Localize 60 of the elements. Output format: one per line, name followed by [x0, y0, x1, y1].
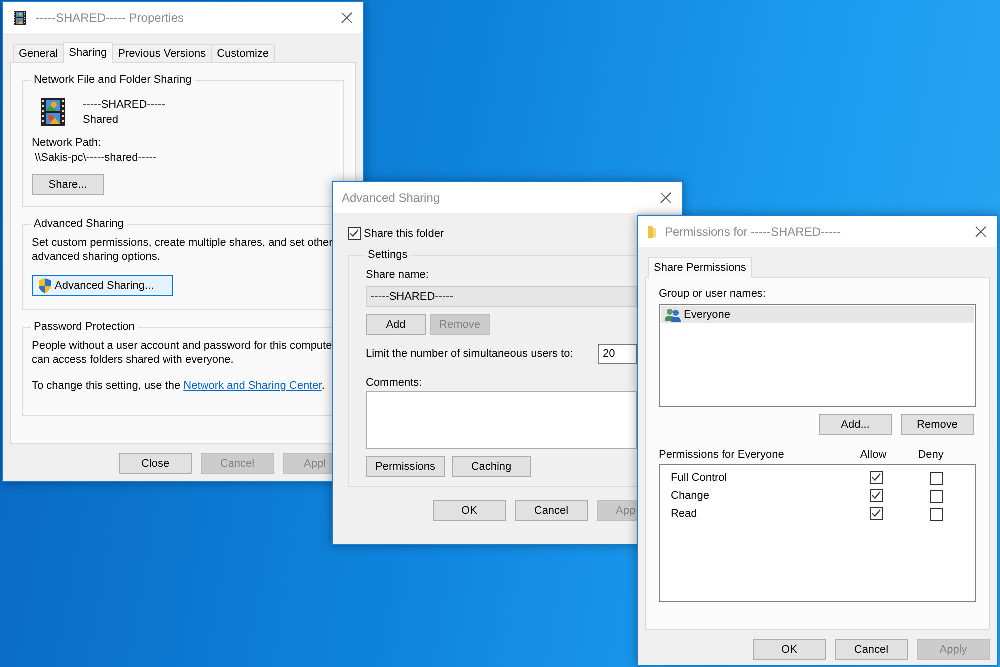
dialog-button[interactable]: Caching — [452, 456, 531, 477]
description-text: Set custom permissions, create multiple shares, and set other advanced sharing options. — [32, 236, 334, 264]
users-icon — [665, 308, 681, 322]
shield-icon — [38, 278, 52, 294]
folder-name: -----SHARED----- — [83, 98, 166, 110]
dialog-button[interactable]: Cancel — [515, 500, 588, 521]
description-text: People without a user account and password for this compute can access folders shared with everyone. — [32, 339, 334, 367]
dialog-button[interactable]: OK — [753, 639, 826, 660]
field-label: Comments: — [366, 377, 424, 389]
field-label: Limit the number of simultaneous users to: — [366, 348, 574, 360]
group-heading: Settings — [367, 249, 409, 261]
field-label: Permissions for Everyone — [659, 449, 786, 461]
window-title: -----SHARED----- Properties — [36, 10, 185, 24]
allow-checkbox[interactable] — [870, 488, 883, 502]
dialog-button[interactable]: Cancel — [835, 639, 908, 660]
dialog-button[interactable]: Remove — [901, 414, 974, 435]
close-icon[interactable] — [660, 192, 672, 204]
group-heading: Network File and Folder Sharing — [33, 74, 193, 86]
deny-checkbox[interactable] — [930, 472, 943, 484]
share-status: Shared — [83, 114, 120, 126]
number-field[interactable]: 20 — [598, 344, 637, 364]
field-label: Network Path: — [32, 137, 102, 149]
dialog-button[interactable]: OK — [433, 500, 506, 521]
deny-checkbox[interactable] — [930, 490, 943, 502]
close-icon[interactable] — [975, 226, 987, 238]
dialog-button[interactable]: Share... — [32, 174, 104, 195]
network-path: \\Sakis-pc\-----shared----- — [35, 152, 158, 164]
checkbox[interactable] — [348, 227, 361, 240]
input-field[interactable]: -----SHARED----- — [366, 286, 637, 307]
column-header: Allow — [860, 449, 888, 461]
window-title: Advanced Sharing — [342, 190, 442, 204]
deny-checkbox[interactable] — [930, 508, 943, 520]
group-heading: Advanced Sharing — [33, 218, 125, 230]
close-icon[interactable] — [341, 12, 353, 24]
allow-checkbox[interactable] — [870, 506, 883, 520]
description-text: To change this setting, use the Network and Sharing Center. — [32, 379, 326, 393]
dialog-button[interactable]: Add — [366, 314, 426, 335]
film-strip-icon — [12, 10, 28, 26]
dialog-button[interactable]: Permissions — [366, 456, 445, 477]
field-label: Group or user names: — [659, 288, 767, 300]
allow-checkbox[interactable] — [870, 470, 883, 484]
permission-name: Change — [671, 490, 711, 502]
window-title: Permissions for -----SHARED----- — [665, 224, 842, 238]
link[interactable]: Network and Sharing Center — [184, 380, 322, 392]
tab[interactable]: Share Permissions — [648, 257, 752, 278]
column-header: Deny — [918, 449, 945, 461]
field-label: Share name: — [366, 269, 430, 281]
checkbox-label: Share this folder — [364, 228, 444, 240]
comments-field[interactable] — [366, 391, 637, 449]
folder-icon — [647, 224, 657, 238]
group-heading: Password Protection — [33, 321, 136, 333]
tab[interactable]: Sharing — [63, 42, 114, 63]
permission-name: Read — [671, 508, 698, 520]
dialog-button[interactable]: Add... — [819, 414, 892, 435]
tab[interactable]: General — [13, 44, 64, 62]
list-item[interactable]: Everyone — [661, 306, 974, 323]
dialog-button[interactable]: Close — [119, 453, 192, 474]
dialog-button[interactable]: Advanced Sharing... — [32, 275, 173, 296]
permission-name: Full Control — [671, 472, 728, 484]
tab[interactable]: Customize — [211, 44, 276, 62]
